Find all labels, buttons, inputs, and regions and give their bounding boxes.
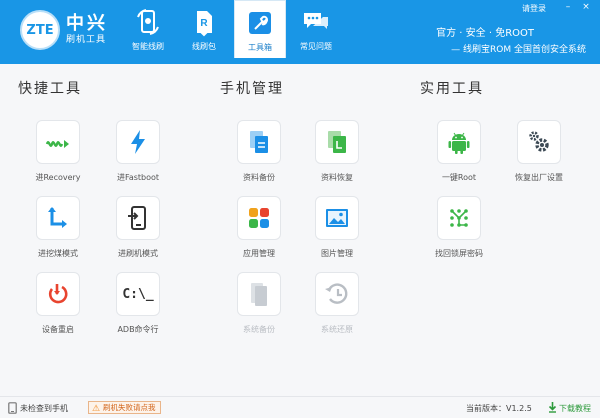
edl-arrow-icon	[48, 207, 67, 228]
login-link[interactable]: 请登录	[522, 3, 546, 14]
minimize-button[interactable]: –	[562, 2, 574, 12]
tool-download-mode[interactable]: 进刷机模式	[108, 196, 168, 259]
faq-chat-icon	[304, 13, 328, 29]
rom-package-icon: R	[197, 11, 212, 37]
nav-toolbox[interactable]: 工具箱	[234, 0, 286, 58]
tool-one-click-root[interactable]: 一键Root	[429, 120, 489, 183]
phone-download-icon	[128, 206, 146, 230]
tool-unlock-screen[interactable]: 找回锁屏密码	[429, 196, 489, 259]
version-label: 当前版本：V1.2.5	[466, 404, 532, 413]
tool-factory-reset[interactable]: 恢复出厂设置	[509, 120, 569, 183]
history-clock-icon	[325, 283, 348, 304]
tool-picture-management[interactable]: 图片管理	[307, 196, 367, 259]
toolbox-icon	[249, 12, 271, 34]
command-prompt-icon: C:\_	[122, 286, 154, 302]
brand-subtitle: 刷机工具	[66, 35, 107, 45]
system-backup-icon	[251, 283, 267, 306]
nav-faq[interactable]: 常见问题	[290, 0, 342, 58]
tool-edl-mode[interactable]: 进挖煤模式	[28, 196, 88, 259]
zte-logo: ZTE	[20, 10, 60, 50]
smart-flash-icon	[137, 9, 159, 35]
close-button[interactable]: ×	[580, 2, 592, 12]
tool-recovery[interactable]: 进Recovery	[28, 120, 88, 183]
section-title-phone-management: 手机管理	[220, 81, 284, 97]
picture-icon	[326, 209, 348, 227]
nav-smart-flash[interactable]: 智能线刷	[122, 0, 174, 58]
flash-failed-help-button[interactable]: ⚠ 刷机失败请点我	[88, 401, 161, 414]
backup-documents-icon	[250, 131, 268, 153]
warning-icon: ⚠	[92, 404, 101, 414]
brand-logo: ZTE 中兴 刷机工具	[20, 10, 108, 50]
brand-name: 中兴	[66, 13, 108, 34]
android-icon	[448, 132, 470, 154]
lightning-icon	[131, 130, 145, 154]
header-bar: ZTE 中兴 刷机工具 智能线刷 R 线刷包 工具箱 常见问题 请登录 – × …	[0, 0, 600, 64]
slogan-primary: 官方 · 安全 · 免ROOT	[436, 28, 534, 39]
tool-fastboot[interactable]: 进Fastboot	[108, 120, 168, 183]
tool-system-backup[interactable]: 系统备份	[229, 272, 289, 335]
connection-status: 未检查到手机	[20, 404, 68, 413]
tool-adb-command[interactable]: C:\_ ADB命令行	[108, 272, 168, 335]
tool-app-management[interactable]: 应用管理	[229, 196, 289, 259]
svg-text:R: R	[200, 18, 208, 29]
reboot-icon	[48, 284, 68, 304]
phone-icon	[8, 402, 17, 414]
download-icon	[548, 402, 557, 413]
status-bar: 未检查到手机 ⚠ 刷机失败请点我 当前版本：V1.2.5 下载教程	[0, 396, 600, 418]
nav-rom-package[interactable]: R 线刷包	[178, 0, 230, 58]
tool-system-restore[interactable]: 系统还原	[307, 272, 367, 335]
section-title-utilities: 实用工具	[420, 81, 484, 97]
gears-icon	[529, 131, 549, 152]
recovery-wave-icon	[45, 140, 69, 148]
section-title-quick-tools: 快捷工具	[18, 81, 82, 97]
tool-data-restore[interactable]: 资料恢复	[307, 120, 367, 183]
pattern-lock-icon	[450, 209, 468, 227]
tool-reboot[interactable]: 设备重启	[28, 272, 88, 335]
tool-data-backup[interactable]: 资料备份	[229, 120, 289, 183]
apps-grid-icon	[249, 208, 269, 228]
download-tutorial-link[interactable]: 下载教程	[559, 403, 591, 414]
restore-documents-icon	[328, 131, 346, 153]
slogan-secondary: — 线刷宝ROM 全国首创安全系统	[451, 45, 586, 55]
